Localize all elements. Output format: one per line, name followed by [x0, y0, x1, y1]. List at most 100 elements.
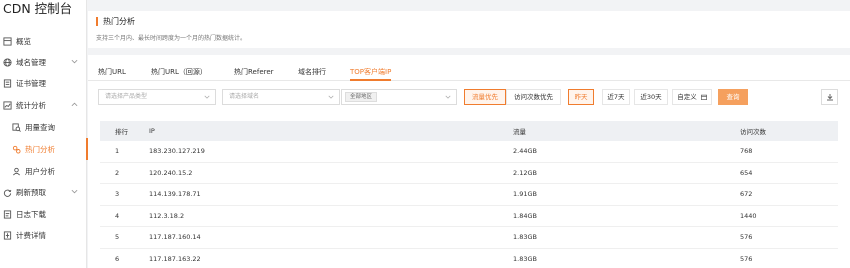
hot-analysis-icon	[12, 145, 21, 154]
chevron-up-icon	[71, 102, 78, 107]
page-title: 热门分析	[103, 17, 135, 26]
sidebar-item-refresh[interactable]: 刷新预取	[0, 181, 87, 203]
sidebar-item-label: 热门分析	[25, 144, 55, 154]
column-header-visits: 访问次数	[740, 128, 766, 136]
billing-icon	[3, 230, 12, 240]
sort-by-flow-button[interactable]: 流量优先	[464, 89, 506, 105]
sort-by-visits-button[interactable]: 访问次数优先	[506, 89, 561, 105]
cell-ip: 117.187.160.14	[149, 233, 201, 242]
query-button[interactable]: 查询	[718, 89, 748, 105]
tab-hot-referer[interactable]: 热门Referer	[234, 67, 274, 77]
overview-icon	[3, 36, 12, 46]
download-icon	[826, 94, 833, 101]
date-last7-button[interactable]: 近7天	[602, 89, 630, 105]
chevron-down-icon	[71, 189, 78, 194]
sidebar-item-billing[interactable]: 计费详情	[0, 224, 87, 246]
table-row: 4 112.3.18.2 1.84GB 1440	[100, 206, 838, 227]
title-accent-bar	[96, 17, 98, 26]
cell-rank: 1	[115, 147, 120, 156]
calendar-icon	[700, 94, 707, 100]
cell-visits: 1440	[740, 211, 757, 220]
tab-top-client-ip[interactable]: TOP客户端IP	[350, 67, 392, 81]
sidebar-item-label: 用量查询	[25, 122, 55, 132]
table-row: 3 114.139.178.71 1.91GB 672	[100, 184, 838, 206]
cell-visits: 576	[740, 233, 753, 242]
sidebar-item-label: 统计分析	[16, 100, 46, 110]
cell-rank: 5	[115, 233, 120, 242]
cell-flow: 1.84GB	[513, 211, 537, 220]
sidebar-item-overview[interactable]: 概览	[0, 30, 87, 52]
sidebar-item-user-analysis[interactable]: 用户分析	[0, 160, 87, 182]
domain-select[interactable]: 请选择域名	[222, 89, 340, 105]
usage-search-icon	[12, 122, 21, 132]
sidebar-item-logs[interactable]: 日志下载	[0, 203, 87, 225]
cell-rank: 2	[115, 168, 120, 177]
sidebar-item-hot-analysis[interactable]: 热门分析	[0, 138, 88, 160]
column-header-rank: 排行	[115, 128, 128, 136]
chevron-down-icon	[445, 95, 451, 99]
chevron-down-icon	[71, 59, 78, 64]
table-row: 5 117.187.160.14 1.83GB 576	[100, 227, 838, 249]
cell-visits: 576	[740, 254, 753, 263]
chart-icon	[3, 100, 12, 110]
cell-flow: 1.83GB	[513, 254, 537, 263]
tab-bar: 热门URL 热门URL（回源） 热门Referer 域名排行 TOP客户端IP	[88, 55, 850, 81]
sidebar-item-usage[interactable]: 用量查询	[0, 116, 87, 138]
sidebar-item-label: 计费详情	[16, 230, 46, 240]
chevron-down-icon	[328, 95, 334, 99]
cell-flow: 2.12GB	[513, 168, 537, 177]
page-description: 支持三个月内、最长时间跨度为一个月的热门数据统计。	[96, 35, 247, 42]
download-button[interactable]	[821, 89, 838, 105]
cell-visits: 672	[740, 190, 753, 199]
sidebar-item-label: 日志下载	[16, 209, 46, 219]
region-tag[interactable]: 全部地区	[345, 92, 378, 102]
chevron-down-icon	[204, 95, 210, 99]
main-content: 热门分析 支持三个月内、最长时间跨度为一个月的热门数据统计。 热门URL 热门U…	[88, 0, 850, 268]
tab-hot-url-origin[interactable]: 热门URL（回源）	[151, 67, 207, 77]
sidebar-item-label: 概览	[16, 36, 31, 46]
user-icon	[12, 167, 21, 176]
sidebar-item-statistics[interactable]: 统计分析	[0, 94, 87, 116]
cell-flow: 1.83GB	[513, 233, 537, 242]
sidebar: CDN 控制台 概览 域名管理 证书管理 统计分析 用量查询 热门分析 用户分析…	[0, 0, 88, 268]
cell-rank: 3	[115, 190, 120, 199]
tab-hot-url[interactable]: 热门URL	[98, 67, 126, 77]
region-select[interactable]: 全部地区	[341, 89, 457, 105]
cell-rank: 4	[115, 211, 120, 220]
date-yesterday-button[interactable]: 昨天	[568, 89, 594, 105]
table-header: 排行 IP 流量 访问次数	[100, 121, 838, 141]
cell-ip: 183.230.127.219	[149, 147, 205, 156]
page-header: 热门分析 支持三个月内、最长时间跨度为一个月的热门数据统计。	[88, 11, 850, 48]
cell-ip: 120.240.15.2	[149, 168, 193, 177]
tab-domain-ranking[interactable]: 域名排行	[298, 67, 326, 77]
refresh-icon	[3, 188, 12, 197]
table-row: 6 117.187.163.22 1.83GB 576	[100, 249, 838, 268]
date-last30-button[interactable]: 近30天	[634, 89, 668, 105]
product-type-select[interactable]: 请选择产品类型	[98, 89, 216, 105]
cell-ip: 112.3.18.2	[149, 211, 185, 220]
cell-rank: 6	[115, 254, 120, 263]
analysis-panel: 热门URL 热门URL（回源） 热门Referer 域名排行 TOP客户端IP …	[88, 55, 850, 268]
table-row: 2 120.240.15.2 2.12GB 654	[100, 163, 838, 184]
app-title: CDN 控制台	[3, 1, 73, 16]
cell-flow: 2.44GB	[513, 147, 537, 156]
cdn-console: CDN 控制台 概览 域名管理 证书管理 统计分析 用量查询 热门分析 用户分析…	[0, 0, 850, 268]
date-custom-label: 自定义	[677, 93, 697, 101]
domain-placeholder: 请选择域名	[229, 93, 260, 100]
table-row: 1 183.230.127.219 2.44GB 768	[100, 141, 838, 163]
sidebar-item-label: 用户分析	[25, 166, 55, 176]
certificate-icon	[3, 78, 12, 88]
sidebar-item-domains[interactable]: 域名管理	[0, 51, 87, 73]
cell-visits: 768	[740, 147, 753, 156]
filter-bar: 请选择产品类型 请选择域名 全部地区 流量优先 访问次数优先 昨天 近7天 近3…	[88, 89, 850, 109]
sidebar-item-certificates[interactable]: 证书管理	[0, 72, 87, 94]
cell-flow: 1.91GB	[513, 190, 537, 199]
cell-ip: 114.139.178.71	[149, 190, 201, 199]
cell-visits: 654	[740, 168, 753, 177]
date-custom-button[interactable]: 自定义	[672, 89, 712, 105]
column-header-flow: 流量	[513, 128, 526, 136]
product-type-placeholder: 请选择产品类型	[105, 93, 148, 100]
column-header-ip: IP	[149, 127, 155, 135]
sidebar-item-label: 证书管理	[16, 78, 46, 88]
sidebar-item-label: 刷新预取	[16, 187, 46, 197]
